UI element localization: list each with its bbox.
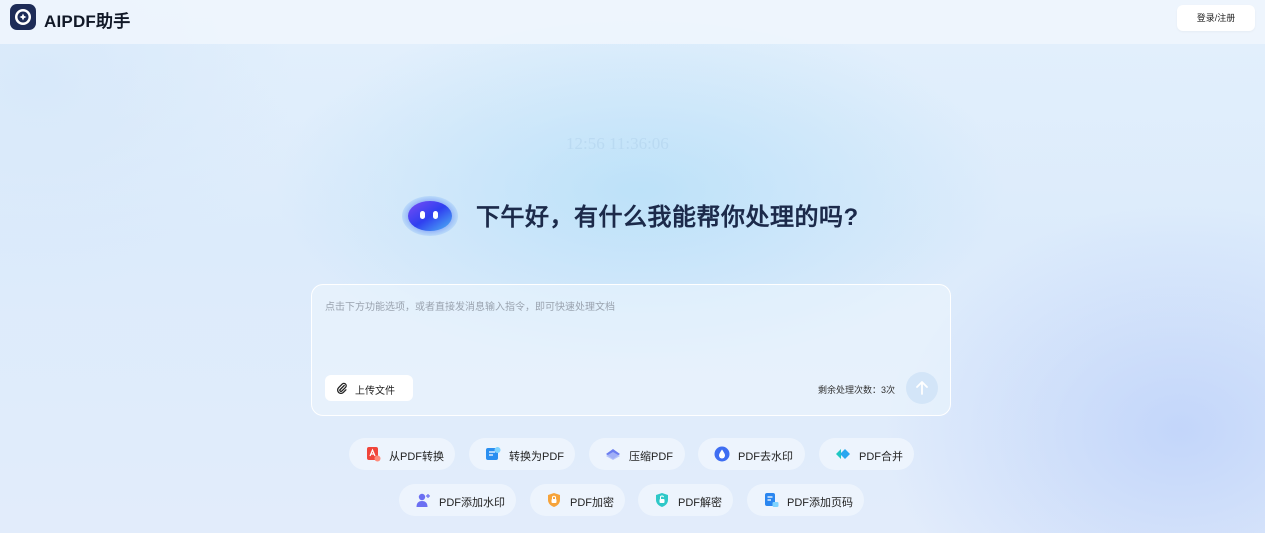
encrypt-pdf-icon bbox=[548, 493, 560, 507]
paperclip-icon bbox=[337, 382, 347, 394]
tool-chip-label: PDF添加页码 bbox=[787, 497, 853, 509]
add-watermark-icon bbox=[416, 493, 430, 507]
merge-pdf-icon bbox=[836, 449, 850, 459]
tool-chip-label: PDF去水印 bbox=[738, 451, 793, 463]
tool-chip-encrypt-pdf[interactable]: PDF加密 bbox=[530, 484, 625, 516]
app-logo-icon[interactable] bbox=[10, 4, 36, 30]
add-page-number-icon bbox=[765, 493, 779, 507]
arrow-up-icon bbox=[916, 381, 928, 395]
chat-input-box[interactable]: 点击下方功能选项，或者直接发消息输入指令，即可快速处理文档 上传文件 剩余处理次… bbox=[311, 284, 951, 416]
tool-chip-label: PDF加密 bbox=[570, 497, 614, 509]
tool-chip-decrypt-pdf[interactable]: PDF解密 bbox=[638, 484, 733, 516]
tool-chip-convert-to-pdf[interactable]: 转换为PDF bbox=[469, 438, 575, 470]
pdf-convert-from-icon bbox=[367, 447, 381, 462]
tool-chip-label: 从PDF转换 bbox=[389, 451, 444, 463]
tool-chip-remove-watermark[interactable]: PDF去水印 bbox=[698, 438, 805, 470]
tool-chip-merge-pdf[interactable]: PDF合并 bbox=[819, 438, 914, 470]
top-bar: AIPDF助手 登录/注册 bbox=[0, 0, 1265, 44]
tool-chip-add-watermark[interactable]: PDF添加水印 bbox=[399, 484, 516, 516]
tool-chip-label: 转换为PDF bbox=[509, 451, 564, 463]
upload-file-button[interactable]: 上传文件 bbox=[325, 375, 413, 401]
tool-chip-label: PDF添加水印 bbox=[439, 497, 505, 509]
app-brand-title[interactable]: AIPDF助手 bbox=[44, 7, 130, 32]
compress-pdf-icon bbox=[606, 449, 620, 460]
tool-chip-pdf-convert-from[interactable]: 从PDF转换 bbox=[349, 438, 455, 470]
remaining-count-text: 剩余处理次数：3次 bbox=[817, 385, 895, 395]
convert-to-pdf-icon bbox=[486, 447, 501, 460]
greeting-heading: 下午好，有什么我能帮你处理的吗? bbox=[476, 204, 859, 231]
decrypt-pdf-icon bbox=[656, 493, 668, 507]
tool-chip-label: PDF解密 bbox=[678, 497, 722, 509]
upload-file-label: 上传文件 bbox=[355, 386, 395, 397]
tool-chip-label: PDF合并 bbox=[859, 451, 903, 463]
faded-time-text: 12:56 11:36:06 bbox=[566, 134, 669, 153]
login-register-button[interactable]: 登录/注册 bbox=[1177, 5, 1255, 31]
remove-watermark-icon bbox=[714, 446, 730, 462]
tool-chip-label: 压缩PDF bbox=[629, 451, 673, 463]
tool-chip-compress-pdf[interactable]: 压缩PDF bbox=[589, 438, 685, 470]
tool-chip-add-page-number[interactable]: PDF添加页码 bbox=[747, 484, 864, 516]
ai-bot-avatar-icon bbox=[402, 196, 458, 236]
prompt-input-placeholder[interactable]: 点击下方功能选项，或者直接发消息输入指令，即可快速处理文档 bbox=[325, 298, 925, 313]
send-button[interactable] bbox=[906, 372, 938, 404]
